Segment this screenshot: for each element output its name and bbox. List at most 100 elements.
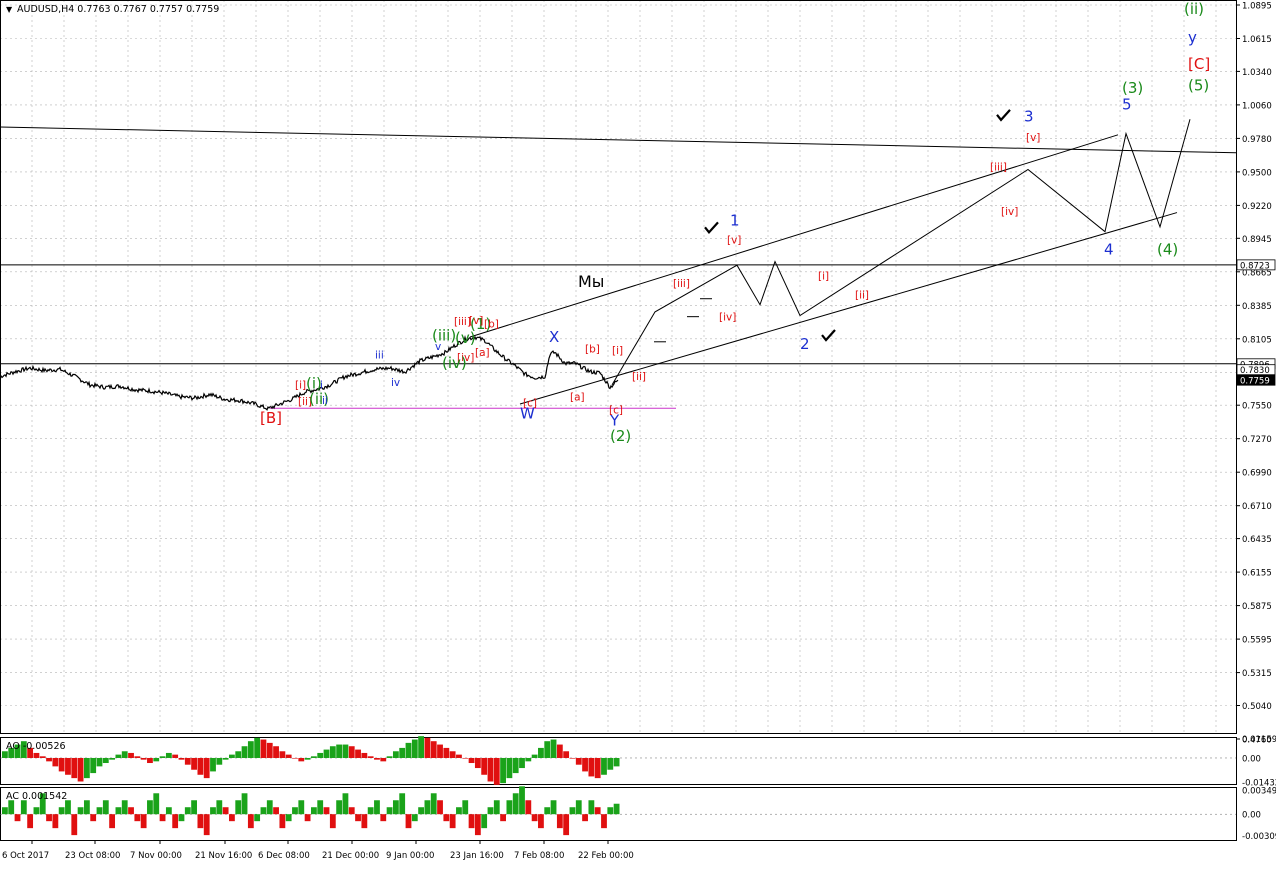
- ao-bar: [128, 752, 134, 758]
- ao-bar: [229, 754, 235, 758]
- ac-bar: [531, 814, 538, 822]
- price-level-value: 0.8723: [1240, 261, 1270, 271]
- price-panel-frame: [0, 0, 1237, 734]
- ac-bar: [285, 814, 292, 822]
- checkmark-icon: [996, 109, 1011, 122]
- ac-bar: [569, 807, 576, 815]
- ac-bar: [33, 807, 40, 815]
- ao-bar: [235, 751, 242, 758]
- ac-bar: [487, 807, 494, 815]
- ac-bar: [437, 800, 443, 815]
- chart-window: (1) (2) (3) (4) (5) (ii) y [C] 3 5 4 1 2 X W Y [B] [v] [ii…: [0, 0, 1276, 866]
- ac-bar: [266, 800, 273, 815]
- ac-axis-label: -0.00309: [1242, 832, 1276, 842]
- wave-label: (5): [1188, 77, 1209, 95]
- ao-bar: [90, 757, 97, 774]
- ao-bar: [279, 751, 286, 758]
- ao-bar: [468, 757, 475, 764]
- ao-bar: [247, 741, 254, 758]
- ao-bar: [184, 757, 191, 765]
- ac-bar: [550, 800, 557, 815]
- price-axis-tick-label: 0.8945: [1242, 235, 1272, 245]
- wave-label: (ii): [1184, 0, 1204, 18]
- time-axis-label: 22 Feb 00:00: [578, 851, 634, 861]
- ao-bar: [336, 744, 343, 758]
- wave-label: [v]: [469, 315, 483, 327]
- ao-bar: [304, 757, 311, 760]
- time-axis-label: 6 Oct 2017: [2, 851, 49, 861]
- ao-bar: [399, 747, 406, 758]
- ao-bar: [493, 757, 500, 785]
- ao-bar: [424, 737, 431, 758]
- ac-bar: [405, 814, 412, 829]
- ao-bar: [411, 739, 418, 758]
- header-arrow-icon[interactable]: ▼: [6, 5, 13, 14]
- wave-label: [i]: [818, 271, 829, 283]
- ac-axis-label: 0.00: [1242, 811, 1261, 821]
- ao-bar: [134, 756, 141, 758]
- ac-bar: [601, 814, 607, 829]
- ac-bar: [329, 814, 336, 829]
- ao-bar: [418, 736, 425, 758]
- price-axis-tick-label: 0.6435: [1242, 535, 1272, 545]
- ac-bar: [83, 800, 90, 815]
- ac-bar: [254, 814, 261, 822]
- price-axis-tick-label: 0.8385: [1242, 302, 1272, 312]
- wave-label: [C]: [1188, 55, 1210, 73]
- price-axis-tick-label: 0.9500: [1242, 168, 1272, 178]
- ao-bar: [165, 752, 172, 758]
- ac-bar: [241, 793, 248, 815]
- ac-bar: [424, 800, 431, 815]
- price-axis-tick-label: 0.9780: [1242, 135, 1272, 145]
- ao-bar: [500, 757, 506, 784]
- ac-bar: [563, 814, 570, 836]
- ao-bar: [531, 754, 538, 758]
- ac-bar: [380, 814, 387, 822]
- wave-label: [iii]: [990, 162, 1007, 174]
- ao-bar: [191, 757, 197, 770]
- ao-bar: [71, 757, 78, 779]
- ac-bar: [128, 807, 134, 815]
- ao-bar: [374, 757, 380, 760]
- ac-bar: [279, 814, 286, 829]
- ac-bar: [519, 786, 525, 815]
- ao-bar: [273, 746, 279, 758]
- ao-bar: [254, 737, 261, 758]
- ao-bar: [159, 756, 166, 758]
- ao-bar: [210, 757, 216, 772]
- ao-bar: [355, 749, 361, 758]
- trendlines: [0, 126, 1237, 409]
- ao-bar: [83, 757, 90, 779]
- ac-bar: [323, 807, 330, 815]
- ao-bar: [462, 757, 469, 759]
- ac-bar: [481, 814, 488, 829]
- price-axis-tick-label: 1.0060: [1242, 101, 1272, 111]
- ac-bar: [203, 814, 210, 836]
- ao-bar: [311, 756, 317, 758]
- ao-bar: [613, 757, 620, 767]
- ac-bar: [216, 800, 223, 815]
- time-axis-label: 21 Dec 00:00: [322, 851, 379, 861]
- ao-bar: [52, 757, 59, 767]
- price-axis-tick-label: 0.5875: [1242, 602, 1272, 612]
- checkmark-icon: [704, 221, 719, 235]
- wave-label: v: [435, 341, 441, 353]
- ao-bar: [582, 757, 588, 772]
- ac-bar: [538, 814, 544, 829]
- wave-label: (3): [1122, 79, 1143, 97]
- ao-bar: [266, 742, 273, 758]
- ac-bar: [222, 807, 229, 815]
- ac-bar: [102, 800, 109, 815]
- time-axis-label: 9 Jan 00:00: [386, 851, 434, 861]
- ac-bar: [172, 814, 179, 829]
- ao-bar: [241, 746, 248, 758]
- wave-label: [c]: [523, 397, 537, 409]
- ao-bar: [588, 757, 595, 777]
- ao-bar: [197, 757, 204, 775]
- ac-bar: [392, 800, 399, 815]
- ao-bar: [203, 757, 210, 779]
- ao-bar: [601, 757, 607, 775]
- ac-bar: [462, 800, 469, 815]
- wave-labels: (1)(2)(3)(4)(5)(ii)y[C]35412XW Y[B][v][ii…: [260, 0, 1210, 445]
- ao-bar: [474, 757, 481, 769]
